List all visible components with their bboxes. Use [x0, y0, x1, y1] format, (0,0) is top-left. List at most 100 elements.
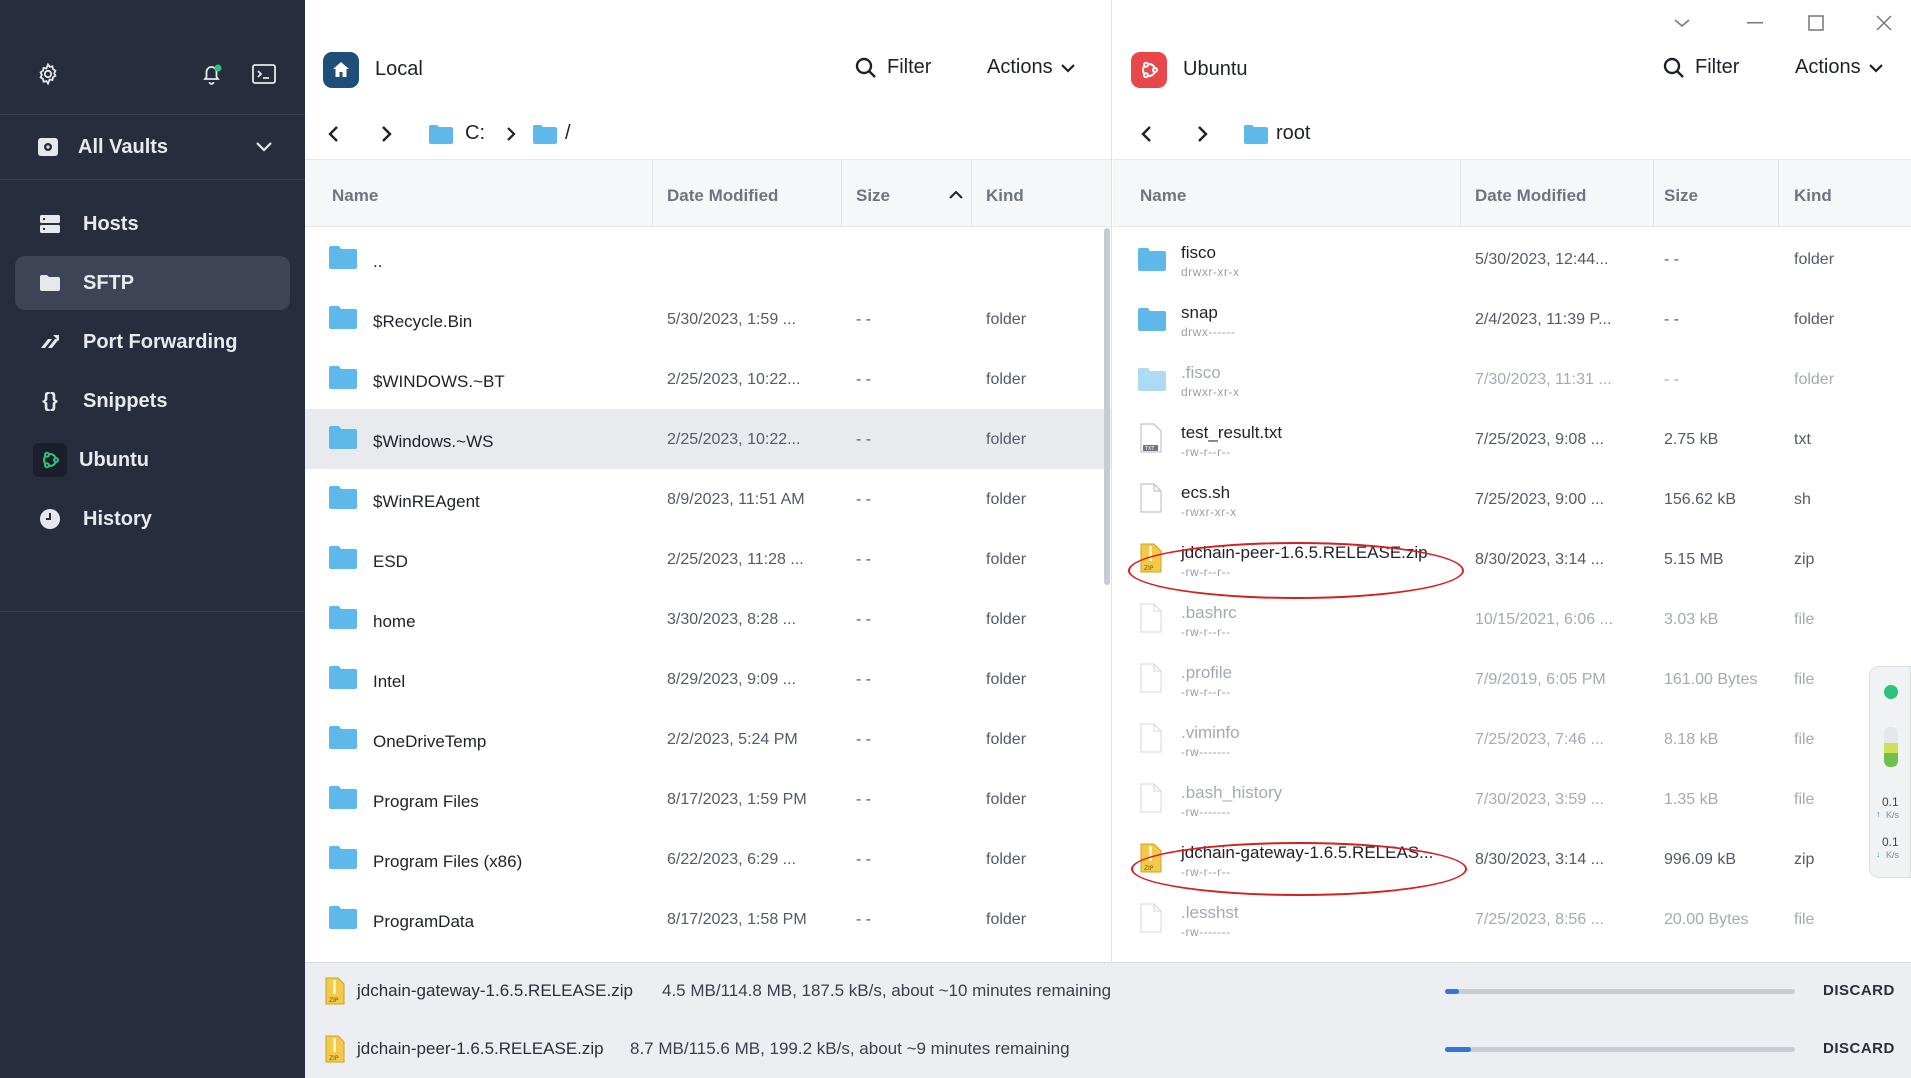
local-scrollbar[interactable] — [1104, 228, 1110, 585]
column-kind[interactable]: Kind — [1794, 186, 1832, 206]
table-row[interactable]: Intel 8/29/2023, 9:09 ... - - folder — [305, 649, 1111, 709]
column-kind[interactable]: Kind — [986, 186, 1024, 206]
ubuntu-icon — [33, 443, 67, 477]
column-date-modified[interactable]: Date Modified — [667, 186, 778, 206]
file-kind: folder — [986, 911, 1027, 928]
table-row[interactable]: ESD 2/25/2023, 11:28 ... - - folder — [305, 529, 1111, 589]
table-row[interactable]: .. — [305, 229, 1111, 289]
filter-label: Filter — [887, 56, 932, 78]
table-row[interactable]: OneDriveTemp 2/2/2023, 5:24 PM - - folder — [305, 709, 1111, 769]
file-name: $Windows.~WS — [373, 432, 494, 451]
file-permissions: -rw-r--r-- — [1181, 625, 1231, 639]
file-name: .fisco — [1181, 363, 1221, 382]
table-row[interactable]: Program Files (x86) 6/22/2023, 6:29 ... - … — [305, 829, 1111, 889]
remote-actions-menu[interactable]: Actions — [1795, 56, 1885, 79]
actions-label: Actions — [1795, 56, 1861, 78]
table-row[interactable]: $Windows.~WS 2/25/2023, 10:22... - - folder — [305, 409, 1111, 469]
notification-bell-icon[interactable] — [196, 58, 228, 90]
table-row[interactable]: $WINDOWS.~BT 2/25/2023, 10:22... - - folder — [305, 349, 1111, 409]
table-row[interactable]: .profile -rw-r--r-- 7/9/2019, 6:05 PM 161.0… — [1113, 649, 1911, 709]
file-name: .bashrc — [1181, 603, 1237, 622]
file-date: 7/30/2023, 3:59 ... — [1475, 791, 1604, 808]
file-size: - - — [856, 791, 872, 808]
table-row[interactable]: .lesshst -rw------- 7/25/2023, 8:56 ... 20.… — [1113, 889, 1911, 949]
discard-button[interactable]: DISCARD — [1823, 982, 1895, 999]
sidebar-item-sftp[interactable]: SFTP — [15, 256, 290, 310]
file-date: 2/25/2023, 10:22... — [667, 371, 801, 388]
file-size: - - — [856, 311, 872, 328]
zip-file-icon: ZIP — [325, 977, 345, 1005]
table-row[interactable]: home 3/30/2023, 8:28 ... - - folder — [305, 589, 1111, 649]
file-permissions: -rw-r--r-- — [1181, 685, 1231, 699]
file-kind: file — [1794, 731, 1815, 748]
table-row[interactable]: TXT test_result.txt -rw-r--r-- 7/25/2023, 9… — [1113, 409, 1911, 469]
sidebar-item-hosts[interactable]: Hosts — [15, 197, 290, 251]
forward-arrow-icon[interactable] — [1195, 124, 1209, 144]
breadcrumb-drive[interactable]: C: — [429, 122, 485, 145]
table-row[interactable]: $Recycle.Bin 5/30/2023, 1:59 ... - - folder — [305, 289, 1111, 349]
table-row[interactable]: ecs.sh -rwxr-xr-x 7/25/2023, 9:00 ... 156.6… — [1113, 469, 1911, 529]
terminal-icon[interactable] — [248, 58, 280, 90]
sidebar-item-label: Hosts — [83, 212, 139, 235]
port-forwarding-icon — [37, 329, 63, 355]
column-name[interactable]: Name — [1140, 186, 1186, 206]
table-row[interactable]: .fisco drwxr-xr-x 7/30/2023, 11:31 ... - - f… — [1113, 349, 1911, 409]
table-row[interactable]: Program Files 8/17/2023, 1:59 PM - - folder — [305, 769, 1111, 829]
column-size[interactable]: Size — [1664, 186, 1698, 206]
column-divider[interactable] — [1778, 160, 1779, 227]
discard-button[interactable]: DISCARD — [1823, 1040, 1895, 1057]
table-row[interactable]: .bash_history -rw------- 7/30/2023, 3:59 .… — [1113, 769, 1911, 829]
file-icon — [1140, 783, 1162, 813]
remote-filter-button[interactable]: Filter — [1663, 56, 1739, 79]
file-name: Intel — [373, 672, 406, 691]
file-size: 5.15 MB — [1664, 551, 1724, 568]
file-date: 5/30/2023, 12:44... — [1475, 251, 1609, 268]
folder-icon — [329, 546, 357, 569]
column-divider[interactable] — [1653, 160, 1654, 227]
table-row[interactable]: $WinREAgent 8/9/2023, 11:51 AM - - folder — [305, 469, 1111, 529]
breadcrumb-root[interactable]: / — [533, 122, 571, 145]
file-name: .viminfo — [1181, 723, 1240, 742]
breadcrumb-root[interactable]: root — [1244, 122, 1310, 145]
local-filter-button[interactable]: Filter — [855, 56, 931, 79]
file-kind: folder — [986, 671, 1027, 688]
table-row[interactable]: ProgramData 8/17/2023, 1:58 PM - - folder — [305, 889, 1111, 949]
sidebar-item-history[interactable]: History — [15, 492, 290, 546]
file-size: - - — [856, 551, 872, 568]
local-actions-menu[interactable]: Actions — [987, 56, 1077, 79]
settings-gear-icon[interactable] — [32, 58, 64, 90]
back-arrow-icon[interactable] — [327, 124, 341, 144]
column-divider[interactable] — [971, 160, 972, 227]
sidebar-item-ubuntu[interactable]: Ubuntu — [15, 433, 290, 487]
table-row[interactable]: snap drwx------ 2/4/2023, 11:39 P... - - fol… — [1113, 289, 1911, 349]
back-arrow-icon[interactable] — [1140, 124, 1154, 144]
file-permissions: drwx------ — [1181, 325, 1236, 339]
column-divider[interactable] — [841, 160, 842, 227]
column-divider[interactable] — [652, 160, 653, 227]
sidebar-item-port-forwarding[interactable]: Port Forwarding — [15, 315, 290, 369]
network-speed-widget[interactable]: 0.1 ↑ K/s 0.1 ↓ K/s — [1869, 666, 1911, 878]
column-name[interactable]: Name — [332, 186, 378, 206]
sidebar-item-snippets[interactable]: {} Snippets — [15, 374, 290, 428]
table-row[interactable]: .bashrc -rw-r--r-- 10/15/2021, 6:06 ... 3.0… — [1113, 589, 1911, 649]
vault-selector[interactable]: All Vaults — [0, 115, 305, 180]
file-size: - - — [856, 911, 872, 928]
file-name: home — [373, 612, 416, 631]
sidebar-nav: Hosts SFTP Port Forwarding {} Snippets U… — [0, 180, 305, 546]
column-date-modified[interactable]: Date Modified — [1475, 186, 1586, 206]
folder-icon — [329, 726, 357, 749]
breadcrumb-separator-icon — [505, 124, 517, 144]
file-name: .lesshst — [1181, 903, 1239, 922]
table-row[interactable]: fisco drwxr-xr-x 5/30/2023, 12:44... - - fol… — [1113, 229, 1911, 289]
column-divider[interactable] — [1460, 160, 1461, 227]
transfer-filename: jdchain-gateway-1.6.5.RELEASE.zip — [357, 981, 633, 1000]
file-date: 7/25/2023, 9:00 ... — [1475, 491, 1604, 508]
forward-arrow-icon[interactable] — [379, 124, 393, 144]
column-size[interactable]: Size — [856, 186, 890, 206]
table-row[interactable]: .viminfo -rw------- 7/25/2023, 7:46 ... 8.1… — [1113, 709, 1911, 769]
file-name: .bash_history — [1181, 783, 1283, 802]
file-size: 3.03 kB — [1664, 611, 1719, 628]
file-date: 8/30/2023, 3:14 ... — [1475, 551, 1604, 568]
sort-ascending-icon[interactable] — [948, 188, 964, 200]
file-kind: folder — [1794, 251, 1835, 268]
